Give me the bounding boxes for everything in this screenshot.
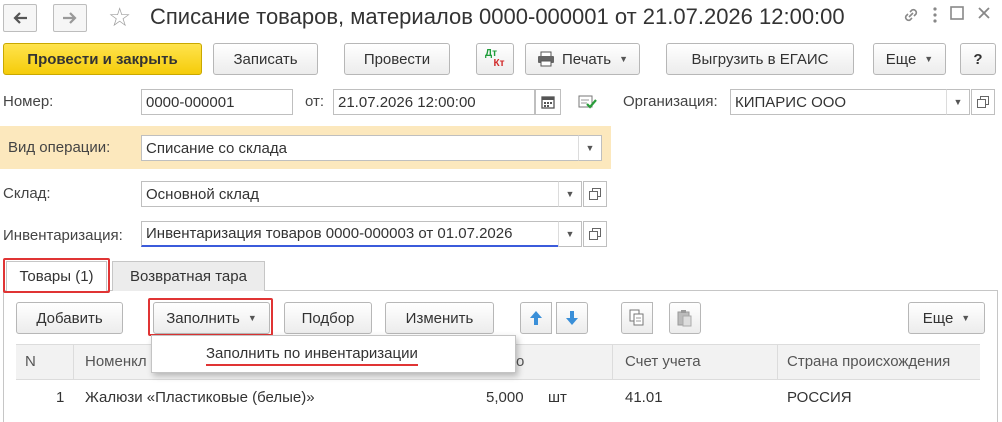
arrow-right-icon [63,12,77,24]
move-down-button[interactable] [556,302,588,334]
chevron-down-icon: ▼ [924,54,934,64]
arrow-up-icon [530,311,542,325]
dt-kt-button[interactable]: Дт Кт [476,43,514,75]
posted-status-icon [578,93,598,115]
operation-type-dropdown-button[interactable]: ▼ [578,135,602,161]
link-icon[interactable] [902,6,920,30]
open-window-icon [589,228,601,240]
row-number: 1 [56,389,65,406]
calendar-icon [541,96,555,109]
column-separator [73,345,74,379]
post-button[interactable]: Провести [344,43,450,75]
date-label: от: [305,93,325,110]
paste-icon [677,310,692,327]
printer-icon [537,51,554,67]
tab-returnable-packaging[interactable]: Возвратная тара [112,261,265,291]
chevron-down-icon: ▼ [565,189,575,199]
copy-icon [629,309,644,326]
row-item: Жалюзи «Пластиковые (белые)» [85,389,315,406]
forward-button[interactable] [53,4,87,32]
favorite-star-icon[interactable]: ☆ [108,3,131,31]
post-and-close-button[interactable]: Провести и закрыть [3,43,202,75]
number-field[interactable]: 0000-000001 [141,89,293,115]
row-unit: шт [548,389,567,406]
dt-kt-icon-bottom: Кт [493,58,505,69]
calendar-button[interactable] [535,89,561,115]
export-egais-button[interactable]: Выгрузить в ЕГАИС [666,43,854,75]
column-header-account[interactable]: Счет учета [625,345,701,379]
column-separator [612,345,613,379]
change-button[interactable]: Изменить [385,302,494,334]
column-header-nomenclature[interactable]: Номенкл [85,345,147,379]
fill-dropdown-menu: Заполнить по инвентаризации [151,335,516,373]
arrow-down-icon [566,311,578,325]
move-up-button[interactable] [520,302,552,334]
inventory-open-button[interactable] [583,221,607,247]
operation-type-label: Вид операции: [8,139,111,156]
column-header-country[interactable]: Страна происхождения [787,345,950,379]
organization-open-button[interactable] [971,89,995,115]
page-title: Списание товаров, материалов 0000-000001… [150,4,845,29]
column-separator [777,345,778,379]
fill-button-annotation [148,298,273,336]
chevron-down-icon: ▼ [953,97,963,107]
copy-rows-button[interactable] [621,302,653,334]
warehouse-label: Склад: [3,185,51,202]
chevron-down-icon: ▼ [585,143,595,153]
column-header-n[interactable]: N [25,345,36,379]
more-actions-button[interactable]: Еще ▼ [873,43,946,75]
warehouse-field[interactable]: Основной склад [141,181,559,207]
organization-label: Организация: [623,93,718,110]
save-button[interactable]: Записать [213,43,318,75]
warehouse-dropdown-button[interactable]: ▼ [558,181,582,207]
selection-button[interactable]: Подбор [284,302,372,334]
arrow-left-icon [13,12,27,24]
fill-by-inventory-menu-item[interactable]: Заполнить по инвентаризации [206,344,418,366]
paste-rows-button[interactable] [669,302,701,334]
column-header-quantity[interactable]: о [516,345,524,379]
date-field[interactable]: 21.07.2026 12:00:00 [333,89,535,115]
add-row-button[interactable]: Добавить [16,302,123,334]
warehouse-open-button[interactable] [583,181,607,207]
number-label: Номер: [3,93,54,110]
inventory-dropdown-button[interactable]: ▼ [558,221,582,247]
open-window-icon [589,188,601,200]
chevron-down-icon: ▼ [565,229,575,239]
tab-goods-annotation [3,258,110,293]
organization-field[interactable]: КИПАРИС ООО [730,89,947,115]
chevron-down-icon: ▼ [619,54,629,64]
operation-type-field[interactable]: Списание со склада [141,135,579,161]
maximize-icon[interactable] [950,6,964,26]
inventory-label: Инвентаризация: [3,227,123,244]
row-account: 41.01 [625,389,663,406]
print-button[interactable]: Печать ▼ [525,43,640,75]
chevron-down-icon: ▼ [961,313,971,323]
back-button[interactable] [3,4,37,32]
help-button[interactable]: ? [960,43,996,75]
row-quantity: 5,000 [486,389,524,406]
more-vertical-icon[interactable] [932,6,938,30]
open-window-icon [977,96,989,108]
close-icon[interactable] [977,6,991,26]
table-more-button[interactable]: Еще ▼ [908,302,985,334]
row-country: РОССИЯ [787,389,852,406]
inventory-field[interactable]: Инвентаризация товаров 0000-000003 от 01… [141,221,559,247]
organization-dropdown-button[interactable]: ▼ [946,89,970,115]
